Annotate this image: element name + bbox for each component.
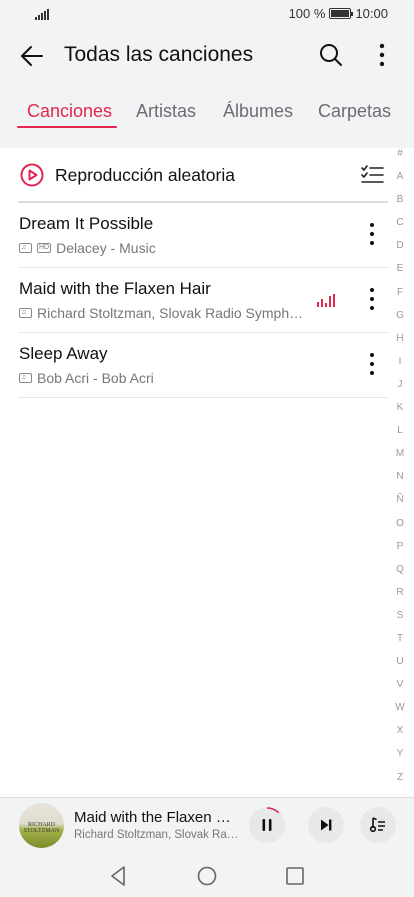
song-subtitle-line: ♫ HD Delacey - Music (19, 240, 156, 256)
alphabet-index-letter[interactable]: # (392, 148, 408, 171)
alphabet-index-letter[interactable]: V (392, 679, 408, 702)
alphabet-index-letter[interactable]: Q (392, 564, 408, 587)
signal-icon (35, 8, 49, 20)
search-button[interactable] (318, 42, 344, 68)
song-row-dream-it-possible[interactable]: Dream It Possible ♫ HD Delacey - Music (18, 203, 388, 268)
song-more-button[interactable] (364, 285, 380, 315)
song-subtitle: Bob Acri - Bob Acri (37, 370, 154, 386)
status-right: 100 % 10:00 (289, 6, 388, 21)
alphabet-index-letter[interactable]: S (392, 610, 408, 633)
local-file-icon: ♫ (19, 308, 32, 318)
status-bar: 100 % 10:00 (0, 0, 414, 30)
more-vertical-icon (379, 43, 385, 67)
mini-player[interactable]: RICHARD STOLTZMAN Maid with the Flaxen …… (0, 797, 414, 855)
tab-artistas[interactable]: Artistas (136, 101, 196, 122)
alphabet-index-letter[interactable]: I (392, 356, 408, 379)
next-button[interactable] (308, 807, 344, 843)
page-title: Todas las canciones (64, 43, 254, 66)
alphabet-index-letter[interactable]: P (392, 541, 408, 564)
active-tab-indicator (17, 126, 117, 128)
alphabet-index-letter[interactable]: U (392, 656, 408, 679)
tab-carpetas[interactable]: Carpetas (318, 101, 391, 122)
more-vertical-icon (370, 288, 374, 310)
alphabet-index-letter[interactable]: N (392, 471, 408, 494)
album-art-line: STOLTZMAN (23, 828, 60, 834)
song-panel: Reproducción aleatoria Dream It Possible… (0, 148, 414, 797)
alphabet-index-letter[interactable]: F (392, 287, 408, 310)
back-button[interactable] (18, 42, 46, 70)
alphabet-index-letter[interactable]: Y (392, 748, 408, 771)
pause-button[interactable] (249, 807, 285, 843)
nav-back-icon (111, 866, 125, 886)
hd-badge: HD (37, 243, 52, 253)
alphabet-index-letter[interactable]: R (392, 587, 408, 610)
now-playing-title: Maid with the Flaxen … (74, 809, 231, 826)
shuffle-label: Reproducción aleatoria (55, 165, 235, 185)
alphabet-index-letter[interactable]: Z (392, 772, 408, 795)
arrow-left-icon (21, 46, 43, 66)
alphabet-index-letter[interactable]: K (392, 402, 408, 425)
battery-icon (329, 8, 354, 19)
tab-canciones[interactable]: Canciones (27, 101, 112, 122)
alphabet-index-letter[interactable]: Ñ (392, 494, 408, 517)
nav-home-icon (197, 866, 217, 886)
battery-fill (331, 10, 350, 17)
now-playing-icon (317, 294, 335, 307)
song-list: Dream It Possible ♫ HD Delacey - Music M… (0, 203, 388, 398)
multi-select-button[interactable] (360, 163, 384, 187)
song-title: Dream It Possible (19, 214, 154, 233)
alphabet-index-letter[interactable]: J (392, 379, 408, 402)
local-file-icon: ♫ (19, 373, 32, 383)
alphabet-index-letter[interactable]: B (392, 194, 408, 217)
alphabet-index-letter[interactable]: W (392, 702, 408, 725)
more-vertical-icon (370, 353, 374, 375)
song-subtitle: Richard Stoltzman, Slovak Radio Symph… (37, 305, 304, 321)
album-art-text: RICHARD STOLTZMAN (19, 822, 64, 834)
alphabet-index-letter[interactable]: D (392, 240, 408, 263)
queue-button[interactable] (360, 807, 396, 843)
play-circle-icon (20, 163, 44, 187)
alphabet-index-letter[interactable]: H (392, 333, 408, 356)
alphabet-index-letter[interactable]: O (392, 518, 408, 541)
song-row-maid-with-the-flaxen-hair[interactable]: Maid with the Flaxen Hair ♫ Richard Stol… (18, 268, 388, 333)
alphabet-index-letter[interactable]: A (392, 171, 408, 194)
song-subtitle-line: ♫ Richard Stoltzman, Slovak Radio Symph… (19, 305, 303, 321)
progress-ring (249, 807, 285, 843)
song-more-button[interactable] (364, 220, 380, 250)
song-row-sleep-away[interactable]: Sleep Away ♫ Bob Acri - Bob Acri (18, 333, 388, 398)
more-vertical-icon (370, 223, 374, 245)
checklist-icon (361, 165, 384, 183)
nav-back-button[interactable] (108, 865, 130, 887)
song-subtitle: Delacey - Music (56, 240, 156, 256)
shuffle-play-button[interactable]: Reproducción aleatoria (0, 148, 388, 202)
alphabet-index-letter[interactable]: C (392, 217, 408, 240)
local-file-icon: ♫ (19, 243, 32, 253)
battery-percent: 100 % (288, 6, 326, 21)
alphabet-index-letter[interactable]: G (392, 310, 408, 333)
skip-next-icon (321, 819, 332, 831)
playlist-icon (369, 817, 385, 833)
song-title: Maid with the Flaxen Hair (19, 279, 211, 298)
alphabet-index-letter[interactable]: M (392, 448, 408, 471)
search-icon (320, 44, 342, 66)
tab-albumes[interactable]: Álbumes (223, 101, 293, 122)
nav-home-button[interactable] (196, 865, 218, 887)
song-title: Sleep Away (19, 344, 108, 363)
nav-recents-icon (286, 867, 304, 885)
now-playing-artist: Richard Stoltzman, Slovak Ra… (74, 829, 239, 841)
alphabet-index-letter[interactable]: E (392, 263, 408, 286)
album-art[interactable]: RICHARD STOLTZMAN (19, 803, 64, 848)
tab-bar: Canciones Artistas Álbumes Carpetas (0, 96, 414, 132)
alphabet-index-letter[interactable]: T (392, 633, 408, 656)
nav-recents-button[interactable] (284, 865, 306, 887)
alphabet-index-letter[interactable]: X (392, 725, 408, 748)
app-bar: Todas las canciones (0, 30, 414, 82)
alphabet-index[interactable]: # A B C D E F G H I J K L M N Ñ O P Q R S T U V W X Y Z (392, 148, 408, 795)
song-more-button[interactable] (364, 350, 380, 380)
clock: 10:00 (355, 6, 388, 21)
alphabet-index-letter[interactable]: L (392, 425, 408, 448)
system-nav-bar (0, 855, 414, 897)
more-options-button[interactable] (370, 42, 394, 70)
song-subtitle-line: ♫ Bob Acri - Bob Acri (19, 370, 154, 386)
